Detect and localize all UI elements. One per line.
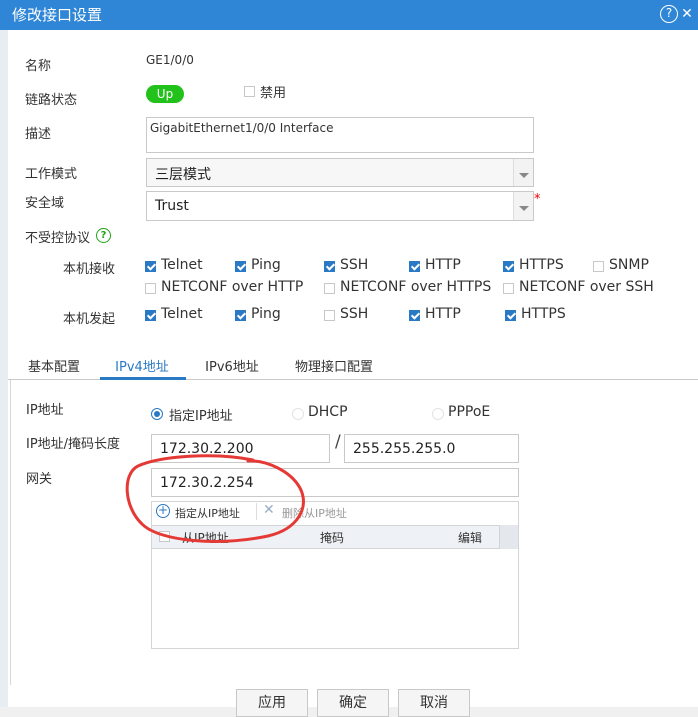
- chevron-down-icon[interactable]: [513, 192, 533, 220]
- receive-netconf-https-label: NETCONF over HTTPS: [340, 279, 492, 295]
- gateway-label: 网关: [26, 472, 53, 487]
- column-header-mask: 掩码: [320, 531, 345, 545]
- work-mode-select[interactable]: 三层模式: [146, 158, 534, 187]
- receive-netconf-ssh-label: NETCONF over SSH: [519, 279, 654, 295]
- annotation-circle: [125, 454, 305, 543]
- title-bar: 修改接口设置 ? ✕: [0, 0, 698, 30]
- receive-snmp-label: SNMP: [609, 257, 649, 273]
- receive-telnet-label: Telnet: [161, 257, 203, 273]
- zone-label: 安全域: [25, 196, 65, 211]
- receive-netconf-ssh-checkbox[interactable]: [503, 283, 514, 294]
- receive-snmp-checkbox[interactable]: [593, 261, 604, 272]
- question-circle-icon[interactable]: ?: [660, 5, 678, 23]
- receive-telnet-checkbox[interactable]: [145, 261, 156, 272]
- apply-button[interactable]: 应用: [236, 689, 308, 717]
- receive-netconf-http-label: NETCONF over HTTP: [161, 279, 304, 295]
- help-icon[interactable]: ?: [96, 228, 111, 243]
- send-telnet-checkbox[interactable]: [145, 310, 156, 321]
- receive-label: 本机接收: [63, 262, 116, 277]
- ok-button[interactable]: 确定: [317, 689, 389, 717]
- column-header-edit: 编辑: [458, 531, 483, 545]
- send-https-checkbox[interactable]: [505, 310, 516, 321]
- tab-ipv4[interactable]: IPv4地址: [100, 356, 184, 375]
- send-ping-checkbox[interactable]: [235, 310, 246, 321]
- disable-label: 禁用: [260, 86, 287, 101]
- send-label: 本机发起: [63, 312, 116, 327]
- radio-dhcp[interactable]: [292, 408, 304, 420]
- ip-mode-label: IP地址: [26, 403, 64, 418]
- send-http-checkbox[interactable]: [409, 310, 420, 321]
- description-value: GigabitEthernet1/0/0 Interface: [150, 121, 334, 135]
- zone-value: Trust: [155, 198, 189, 214]
- name-value: GE1/0/0: [146, 53, 194, 67]
- window-title: 修改接口设置: [12, 6, 103, 24]
- cancel-button[interactable]: 取消: [398, 689, 470, 717]
- radio-pppoe[interactable]: [432, 408, 444, 420]
- work-mode-label: 工作模式: [25, 167, 78, 182]
- table-scrollbar-header: [499, 525, 518, 549]
- receive-https-checkbox[interactable]: [503, 261, 514, 272]
- description-label: 描述: [25, 127, 52, 142]
- status-badge: Up: [146, 85, 184, 103]
- receive-netconf-https-checkbox[interactable]: [324, 283, 335, 294]
- background-page-edge: [0, 30, 8, 707]
- tab-ipv6[interactable]: IPv6地址: [196, 356, 268, 375]
- chevron-down-icon[interactable]: [513, 159, 533, 186]
- unctrl-protocol-label: 不受控协议: [25, 231, 91, 246]
- send-ssh-label: SSH: [340, 306, 369, 322]
- close-icon[interactable]: ✕: [678, 5, 696, 23]
- static-ip-label: 指定IP地址: [169, 409, 233, 424]
- pppoe-label: PPPoE: [448, 404, 491, 420]
- send-telnet-label: Telnet: [161, 306, 203, 322]
- send-https-label: HTTPS: [521, 306, 566, 322]
- receive-ping-checkbox[interactable]: [235, 261, 246, 272]
- work-mode-value: 三层模式: [155, 167, 211, 183]
- disable-checkbox[interactable]: [244, 86, 255, 97]
- mask-value: 255.255.255.0: [353, 441, 456, 457]
- send-ping-label: Ping: [251, 306, 281, 322]
- name-label: 名称: [25, 59, 52, 74]
- receive-netconf-http-checkbox[interactable]: [145, 283, 156, 294]
- receive-ssh-label: SSH: [340, 257, 369, 273]
- receive-http-label: HTTP: [425, 257, 461, 273]
- send-http-label: HTTP: [425, 306, 461, 322]
- dhcp-label: DHCP: [308, 404, 348, 420]
- radio-static-ip[interactable]: [151, 408, 163, 420]
- link-status-label: 链路状态: [25, 93, 78, 108]
- receive-ping-label: Ping: [251, 257, 281, 273]
- tab-basic[interactable]: 基本配置: [18, 356, 90, 375]
- zone-select[interactable]: Trust: [146, 191, 534, 221]
- ipmask-label: IP地址/掩码长度: [26, 437, 121, 452]
- receive-ssh-checkbox[interactable]: [324, 261, 335, 272]
- description-field[interactable]: GigabitEthernet1/0/0 Interface: [146, 117, 534, 153]
- send-ssh-checkbox[interactable]: [324, 310, 335, 321]
- mask-input[interactable]: 255.255.255.0: [344, 434, 519, 463]
- receive-https-label: HTTPS: [519, 257, 564, 273]
- required-mark: *: [534, 192, 541, 207]
- ip-mask-slash: /: [335, 432, 341, 452]
- receive-http-checkbox[interactable]: [409, 261, 420, 272]
- tab-physical[interactable]: 物理接口配置: [286, 356, 382, 375]
